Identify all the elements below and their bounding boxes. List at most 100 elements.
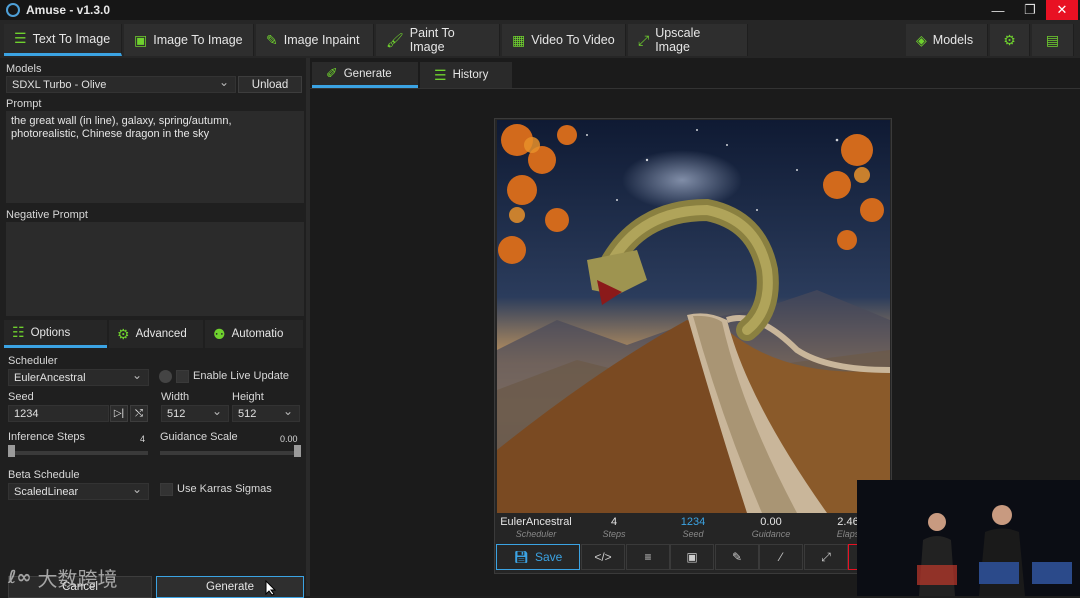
send-to-image-button[interactable]: ▣ bbox=[670, 544, 714, 570]
tab-image-to-image[interactable]: ▣ Image To Image bbox=[124, 24, 254, 56]
tab-history[interactable]: ☰ History bbox=[420, 62, 512, 88]
paint-button[interactable]: ⁄ bbox=[759, 544, 803, 570]
karras-label: Use Karras Sigmas bbox=[177, 483, 272, 495]
tab-label: Options bbox=[30, 326, 71, 339]
list-icon: ☰ bbox=[434, 66, 447, 83]
meta-seed-value: 1234 bbox=[680, 516, 706, 528]
tab-label: Generate bbox=[343, 67, 392, 80]
steps-slider[interactable] bbox=[8, 451, 148, 455]
presenter-video-overlay bbox=[857, 480, 1080, 596]
guidance-slider-thumb[interactable] bbox=[294, 445, 301, 457]
watermark-text: 大数跨境 bbox=[37, 567, 118, 591]
gears-icon: ⚙ bbox=[117, 325, 130, 342]
left-panel: Models SDXL Turbo - Olive Unload Prompt … bbox=[0, 58, 306, 598]
tab-generate[interactable]: ✐ Generate bbox=[312, 62, 418, 88]
meta-scheduler-value: EulerAncestral bbox=[500, 516, 572, 528]
minimize-button[interactable]: — bbox=[982, 0, 1014, 20]
code-button[interactable]: </> bbox=[581, 544, 625, 570]
tab-image-inpaint[interactable]: ✎ Image Inpaint bbox=[256, 24, 374, 56]
tab-label: Video To Video bbox=[531, 33, 615, 47]
details-button[interactable]: ≡ bbox=[626, 544, 670, 570]
height-select[interactable]: 512 bbox=[232, 404, 300, 422]
meta-scheduler-label: Scheduler bbox=[515, 529, 557, 539]
steps-slider-thumb[interactable] bbox=[8, 445, 15, 457]
watermark: ℓ∞ 大数跨境 bbox=[8, 563, 117, 592]
width-label: Width bbox=[161, 391, 190, 403]
image-icon: ▣ bbox=[134, 31, 148, 48]
seed-label: Seed bbox=[8, 391, 34, 403]
inpaint-button[interactable]: ✎ bbox=[715, 544, 759, 570]
generate-button[interactable]: Generate bbox=[156, 576, 304, 598]
tab-advanced[interactable]: ⚙ Advanced bbox=[109, 320, 203, 348]
generated-image bbox=[497, 120, 890, 513]
tab-upscale-image[interactable]: ⤢ Upscale Image bbox=[628, 24, 748, 56]
close-button[interactable]: ✕ bbox=[1046, 0, 1078, 20]
list-button[interactable]: ▤ bbox=[1032, 24, 1074, 56]
seed-input[interactable]: 1234 bbox=[8, 405, 109, 422]
width-select[interactable]: 512 bbox=[161, 404, 229, 422]
prompt-input[interactable]: the great wall (in line), galaxy, spring… bbox=[6, 111, 304, 203]
models-label: Models bbox=[6, 63, 42, 75]
tab-label: Image Inpaint bbox=[283, 33, 360, 47]
steps-label: Inference Steps bbox=[8, 431, 86, 443]
seed-step-button[interactable]: ▷| bbox=[110, 405, 128, 422]
watermark-logo-icon: ℓ∞ bbox=[8, 567, 32, 588]
upscale-button[interactable]: ⤢ bbox=[804, 544, 848, 570]
list-icon: ▤ bbox=[1045, 31, 1060, 48]
live-update-toggle[interactable] bbox=[159, 370, 172, 383]
mouse-cursor-icon bbox=[265, 580, 277, 596]
scheduler-value: EulerAncestral bbox=[14, 371, 86, 384]
save-button[interactable]: 💾︎ Save bbox=[496, 544, 580, 570]
tab-options[interactable]: ☷ Options bbox=[4, 320, 107, 348]
beta-schedule-select[interactable]: ScaledLinear bbox=[8, 482, 149, 500]
edit-icon: ✎ bbox=[731, 550, 743, 564]
tab-divider bbox=[310, 88, 1080, 89]
tab-text-to-image[interactable]: ☰ Text To Image bbox=[4, 24, 122, 56]
sliders-icon: ☷ bbox=[12, 324, 25, 340]
live-update-checkbox[interactable] bbox=[176, 370, 189, 383]
meta-seed-label: Seed bbox=[682, 529, 704, 539]
models-button[interactable]: ◈ Models bbox=[906, 24, 988, 56]
restore-button[interactable]: ❐ bbox=[1014, 0, 1046, 20]
lines-icon: ≡ bbox=[644, 550, 652, 564]
steps-value: 4 bbox=[140, 434, 146, 444]
models-label: Models bbox=[932, 33, 974, 47]
layers-icon: ◈ bbox=[916, 31, 927, 48]
seed-random-button[interactable]: ⤭ bbox=[130, 405, 148, 422]
negative-prompt-input[interactable] bbox=[6, 222, 304, 316]
scheduler-label: Scheduler bbox=[8, 355, 58, 367]
tab-label: Image To Image bbox=[153, 33, 243, 47]
gear-icon: ⚙ bbox=[1003, 31, 1016, 48]
unload-button[interactable]: Unload bbox=[238, 76, 302, 93]
beta-schedule-value: ScaledLinear bbox=[14, 485, 79, 498]
width-value: 512 bbox=[167, 407, 186, 420]
tab-label: History bbox=[452, 69, 489, 81]
model-select[interactable]: SDXL Turbo - Olive bbox=[6, 75, 236, 93]
negative-prompt-label: Negative Prompt bbox=[6, 209, 88, 221]
height-value: 512 bbox=[238, 407, 257, 420]
main-tab-bar: ☰ Text To Image ▣ Image To Image ✎ Image… bbox=[0, 20, 1080, 58]
settings-button[interactable]: ⚙ bbox=[990, 24, 1030, 56]
meta-guidance-value: 0.00 bbox=[760, 516, 782, 528]
meta-guidance-label: Guidance bbox=[751, 529, 791, 539]
expand-icon: ⤢ bbox=[638, 31, 650, 48]
tab-paint-to-image[interactable]: 🖌︎ Paint To Image bbox=[376, 24, 500, 56]
tab-automation[interactable]: ⚉ Automatio bbox=[205, 320, 303, 348]
scheduler-select[interactable]: EulerAncestral bbox=[8, 368, 149, 386]
guidance-slider[interactable] bbox=[160, 451, 301, 455]
shuffle-icon: ⤭ bbox=[135, 408, 143, 419]
guidance-value: 0.00 bbox=[280, 434, 298, 444]
tab-label: Paint To Image bbox=[409, 26, 455, 54]
expand-icon: ⤢ bbox=[821, 549, 831, 564]
meta-steps-value: 4 bbox=[610, 516, 618, 528]
tab-label: Automatio bbox=[231, 328, 284, 340]
title-bar: Amuse - v1.3.0 — ❐ ✕ bbox=[0, 0, 1080, 20]
save-label: Save bbox=[534, 550, 563, 564]
tab-video-to-video[interactable]: ▦ Video To Video bbox=[502, 24, 626, 56]
karras-checkbox[interactable] bbox=[160, 483, 173, 496]
text-lines-icon: ☰ bbox=[14, 30, 27, 46]
meta-steps-label: Steps bbox=[602, 529, 626, 539]
film-icon: ▦ bbox=[512, 31, 526, 48]
beta-schedule-label: Beta Schedule bbox=[8, 469, 80, 481]
tab-label: Upscale Image bbox=[655, 26, 701, 54]
